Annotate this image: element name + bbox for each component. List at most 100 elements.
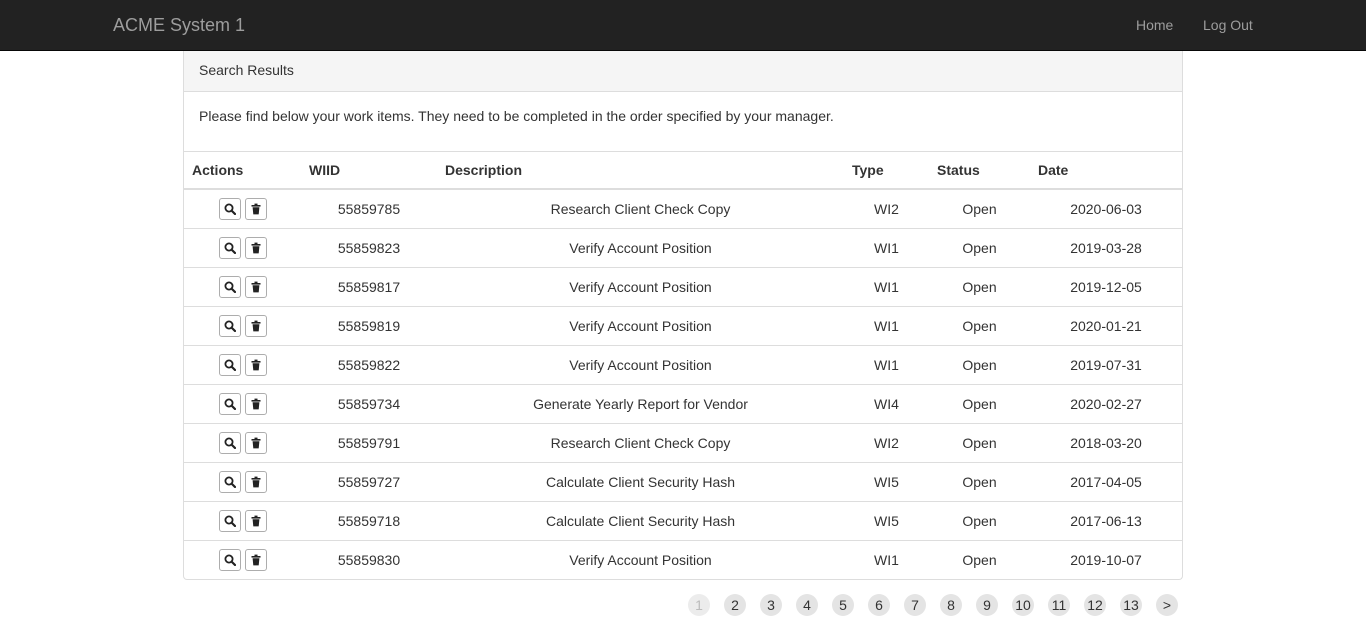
cell-type: WI4 [844,384,929,424]
panel-instructions: Please find below your work items. They … [184,92,1182,152]
table-header-row: Actions WIID Description Type Status Dat… [184,152,1182,190]
cell-wiid: 55859734 [301,384,437,424]
table-row: 55859718 Calculate Client Security Hash WI… [184,501,1182,541]
page-button-6[interactable]: 6 [868,594,890,616]
cell-status: Open [929,423,1030,463]
page-button-11[interactable]: 11 [1048,594,1070,616]
row-actions [184,384,301,424]
view-button[interactable] [218,393,241,415]
cell-description: Research Client Check Copy [550,201,731,217]
cell-status: Open [929,501,1030,541]
column-header-actions: Actions [184,152,301,190]
cell-status: Open [929,384,1030,424]
table-row: 55859819 Verify Account Position WI1 Open 20… [184,306,1182,346]
cell-date: 2017-04-05 [1030,462,1182,502]
page-button-9[interactable]: 9 [976,594,998,616]
table-row: 55859822 Verify Account Position WI1 Open 20… [184,345,1182,385]
cell-wiid: 55859822 [301,345,437,385]
cell-date: 2019-07-31 [1030,345,1182,385]
cell-type: WI2 [874,201,899,217]
view-button[interactable] [218,549,241,571]
cell-description: Verify Account Position [437,345,844,385]
delete-button[interactable] [244,237,267,259]
cell-description: Verify Account Position [437,540,844,579]
cell-wiid: 55859718 [301,501,437,541]
row-actions [184,501,301,541]
cell-status: Open [929,345,1030,385]
cell-type: WI1 [844,306,929,346]
page-button-12[interactable]: 12 [1084,594,1106,616]
cell-type: WI1 [844,345,929,385]
delete-button[interactable] [244,315,267,337]
page-button-7[interactable]: 7 [904,594,926,616]
cell-status: Open [929,306,1030,346]
cell-type: WI5 [844,462,929,502]
column-header-wiid: WIID [301,152,437,190]
cell-wiid: 55859727 [301,462,437,502]
row-actions [184,189,301,229]
table-row: 55859727 Calculate Client Security Hash WI… [184,462,1182,502]
table-row: 55859734 Generate Yearly Report for Vendo… [184,384,1182,424]
page-button-2[interactable]: 2 [724,594,746,616]
page-button-10[interactable]: 10 [1012,594,1034,616]
delete-button[interactable] [244,393,267,415]
cell-wiid: 55859817 [301,267,437,307]
page-button-8[interactable]: 8 [940,594,962,616]
cell-type: WI1 [844,228,929,268]
row-actions [184,423,301,463]
cell-type: WI1 [844,267,929,307]
view-button[interactable] [218,471,241,493]
cell-description: Calculate Client Security Hash [437,462,844,502]
view-button[interactable] [218,432,241,454]
page-next-button[interactable]: > [1156,594,1178,616]
brand-title[interactable]: ACME System 1 [113,14,245,36]
page-button-4[interactable]: 4 [796,594,818,616]
cell-wiid: 55859830 [301,540,437,579]
cell-description: Generate Yearly Report for Vendor [437,384,844,424]
delete-button[interactable] [244,549,267,571]
cell-wiid: 55859823 [301,228,437,268]
table-row: 55859785 Research Client Check Copy WI2 Ope… [184,189,1182,229]
delete-button[interactable] [244,432,267,454]
row-actions [184,306,301,346]
work-items-table: Actions WIID Description Type Status Dat… [184,152,1182,579]
delete-button[interactable] [244,510,267,532]
cell-status: Open [929,267,1030,307]
cell-date: 2019-12-05 [1030,267,1182,307]
view-button[interactable] [218,276,241,298]
page-button-13[interactable]: 13 [1120,594,1142,616]
page-button-1[interactable]: 1 [688,594,710,616]
cell-status: Open [929,540,1030,579]
cell-description: Research Client Check Copy [437,423,844,463]
cell-date: 2019-10-07 [1030,540,1182,579]
page-button-5[interactable]: 5 [832,594,854,616]
cell-type: WI5 [844,501,929,541]
page-button-3[interactable]: 3 [760,594,782,616]
view-button[interactable] [218,198,241,220]
table-row: 55859791 Research Client Check Copy WI2 Ope… [184,423,1182,463]
cell-date: 2017-06-13 [1030,501,1182,541]
delete-button[interactable] [244,354,267,376]
column-header-status: Status [929,152,1030,190]
cell-status: Open [929,228,1030,268]
view-button[interactable] [218,237,241,259]
delete-button[interactable] [244,198,267,220]
table-body: 55859785 Research Client Check Copy WI2 Ope… [184,189,1182,579]
cell-type: WI2 [844,423,929,463]
cell-date: 2020-06-03 [1070,201,1142,217]
nav-logout-link[interactable]: Log Out [1203,16,1253,34]
column-header-date: Date [1030,152,1182,190]
view-button[interactable] [218,354,241,376]
view-button[interactable] [218,315,241,337]
column-header-type: Type [844,152,929,190]
cell-wiid: 55859785 [337,201,401,217]
row-actions [184,540,301,579]
table-row: 55859823 Verify Account Position WI1 Open 20… [184,228,1182,268]
cell-description: Verify Account Position [437,228,844,268]
nav-home-link[interactable]: Home [1136,16,1173,34]
view-button[interactable] [218,510,241,532]
delete-button[interactable] [244,471,267,493]
cell-date: 2019-03-28 [1030,228,1182,268]
delete-button[interactable] [244,276,267,298]
cell-date: 2020-01-21 [1030,306,1182,346]
